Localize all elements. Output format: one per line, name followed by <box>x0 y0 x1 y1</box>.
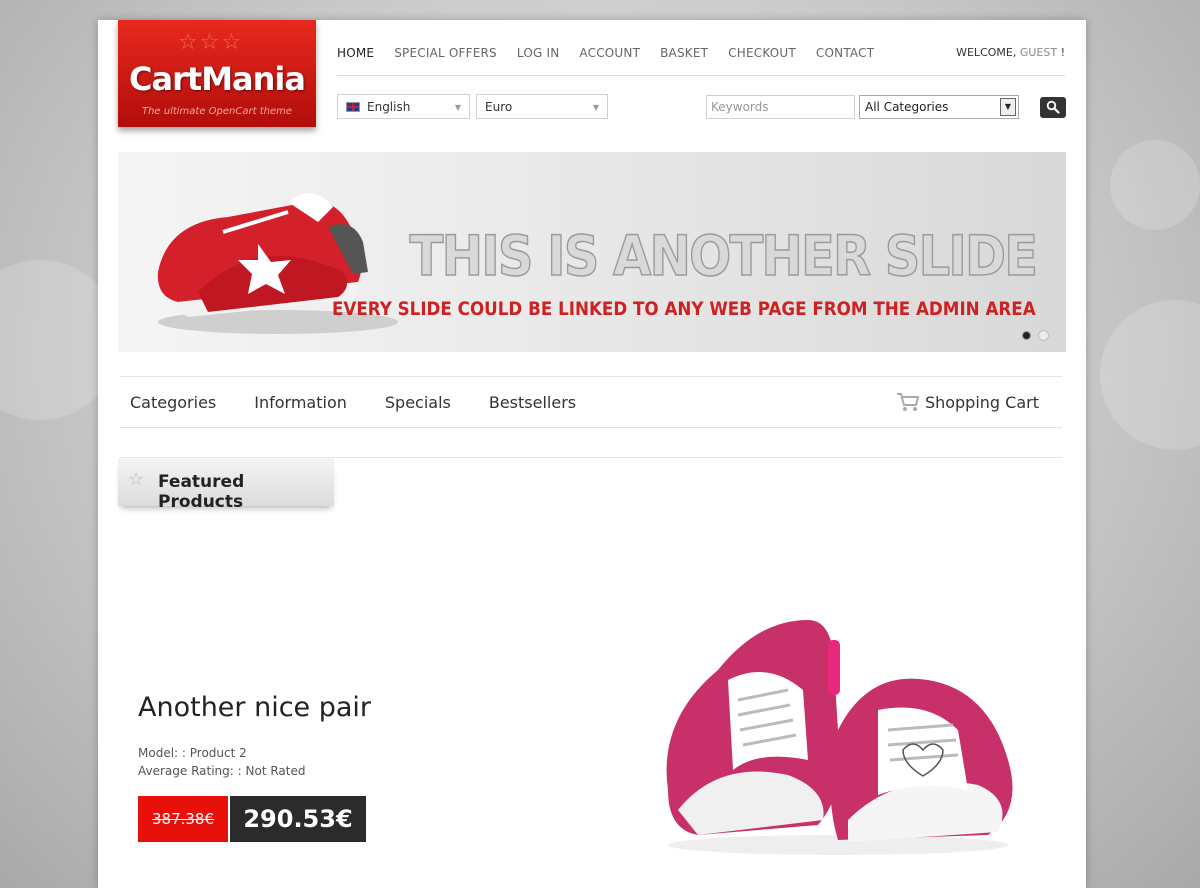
slide-dot[interactable] <box>1038 330 1049 341</box>
shopping-cart-link[interactable]: Shopping Cart <box>925 393 1039 412</box>
currency-value: Euro <box>485 100 513 114</box>
logo-tagline: The ultimate OpenCart theme <box>141 106 293 117</box>
chevron-down-icon: ▼ <box>454 103 461 112</box>
new-price: 290.53€ <box>230 796 366 842</box>
logo[interactable]: ☆☆☆ CartMania The ultimate OpenCart them… <box>118 20 316 127</box>
divider <box>120 376 1062 377</box>
main-nav-specials[interactable]: Specials <box>385 393 451 412</box>
top-nav-special-offers[interactable]: SPECIAL OFFERS <box>394 46 497 60</box>
search-input[interactable] <box>706 95 855 119</box>
page-container: ☆☆☆ CartMania The ultimate OpenCart them… <box>98 20 1086 888</box>
welcome-message: WELCOME, GUEST ! <box>956 46 1065 59</box>
stars-icon: ☆☆☆ <box>178 30 244 55</box>
product-image[interactable] <box>638 560 1028 860</box>
slide-dot-active[interactable] <box>1022 331 1031 340</box>
top-nav-checkout[interactable]: CHECKOUT <box>728 46 796 60</box>
divider <box>337 75 1065 76</box>
main-nav-categories[interactable]: Categories <box>130 393 216 412</box>
shopping-cart-icon[interactable] <box>896 392 920 412</box>
product-name[interactable]: Another nice pair <box>138 692 371 723</box>
category-value: All Categories <box>865 100 949 114</box>
top-nav-contact[interactable]: CONTACT <box>816 46 874 60</box>
top-nav-log-in[interactable]: LOG IN <box>517 46 560 60</box>
welcome-user: GUEST <box>1019 46 1058 59</box>
hero-slider[interactable]: THIS IS ANOTHER SLIDE EVERY SLIDE COULD … <box>118 152 1066 352</box>
slide-title: THIS IS ANOTHER SLIDE <box>409 223 1039 289</box>
slide-subtitle: EVERY SLIDE COULD BE LINKED TO ANY WEB P… <box>332 298 1036 320</box>
magnifier-icon <box>1046 100 1060 114</box>
uk-flag-icon <box>346 102 360 112</box>
product-rating: Average Rating: : Not Rated <box>138 764 306 778</box>
background-bokeh <box>1110 140 1200 230</box>
logo-brand: CartMania <box>129 60 306 98</box>
featured-products-title: Featured Products <box>158 472 245 512</box>
welcome-suffix: ! <box>1060 46 1065 59</box>
main-nav-bestsellers[interactable]: Bestsellers <box>489 393 576 412</box>
search-button[interactable] <box>1040 97 1066 118</box>
top-nav: HOME SPECIAL OFFERS LOG IN ACCOUNT BASKE… <box>337 46 894 60</box>
currency-select[interactable]: Euro ▼ <box>476 94 608 119</box>
top-nav-account[interactable]: ACCOUNT <box>579 46 640 60</box>
language-value: English <box>367 100 411 114</box>
star-icon: ☆ <box>128 469 145 490</box>
product-model: Model: : Product 2 <box>138 746 247 760</box>
top-nav-home[interactable]: HOME <box>337 46 374 60</box>
category-select[interactable]: All Categories ▼ <box>859 95 1019 119</box>
old-price: 387.38€ <box>138 796 228 842</box>
top-nav-basket[interactable]: BASKET <box>660 46 708 60</box>
dropdown-arrow-icon[interactable]: ▼ <box>1000 98 1016 116</box>
main-nav-information[interactable]: Information <box>254 393 347 412</box>
featured-products-tab: ☆ Featured Products <box>118 458 334 512</box>
background-bokeh <box>1100 300 1200 450</box>
welcome-prefix: WELCOME, <box>956 46 1017 59</box>
divider <box>120 427 1062 428</box>
main-nav: Categories Information Specials Bestsell… <box>130 393 614 412</box>
language-select[interactable]: English ▼ <box>337 94 470 119</box>
chevron-down-icon: ▼ <box>592 103 599 112</box>
